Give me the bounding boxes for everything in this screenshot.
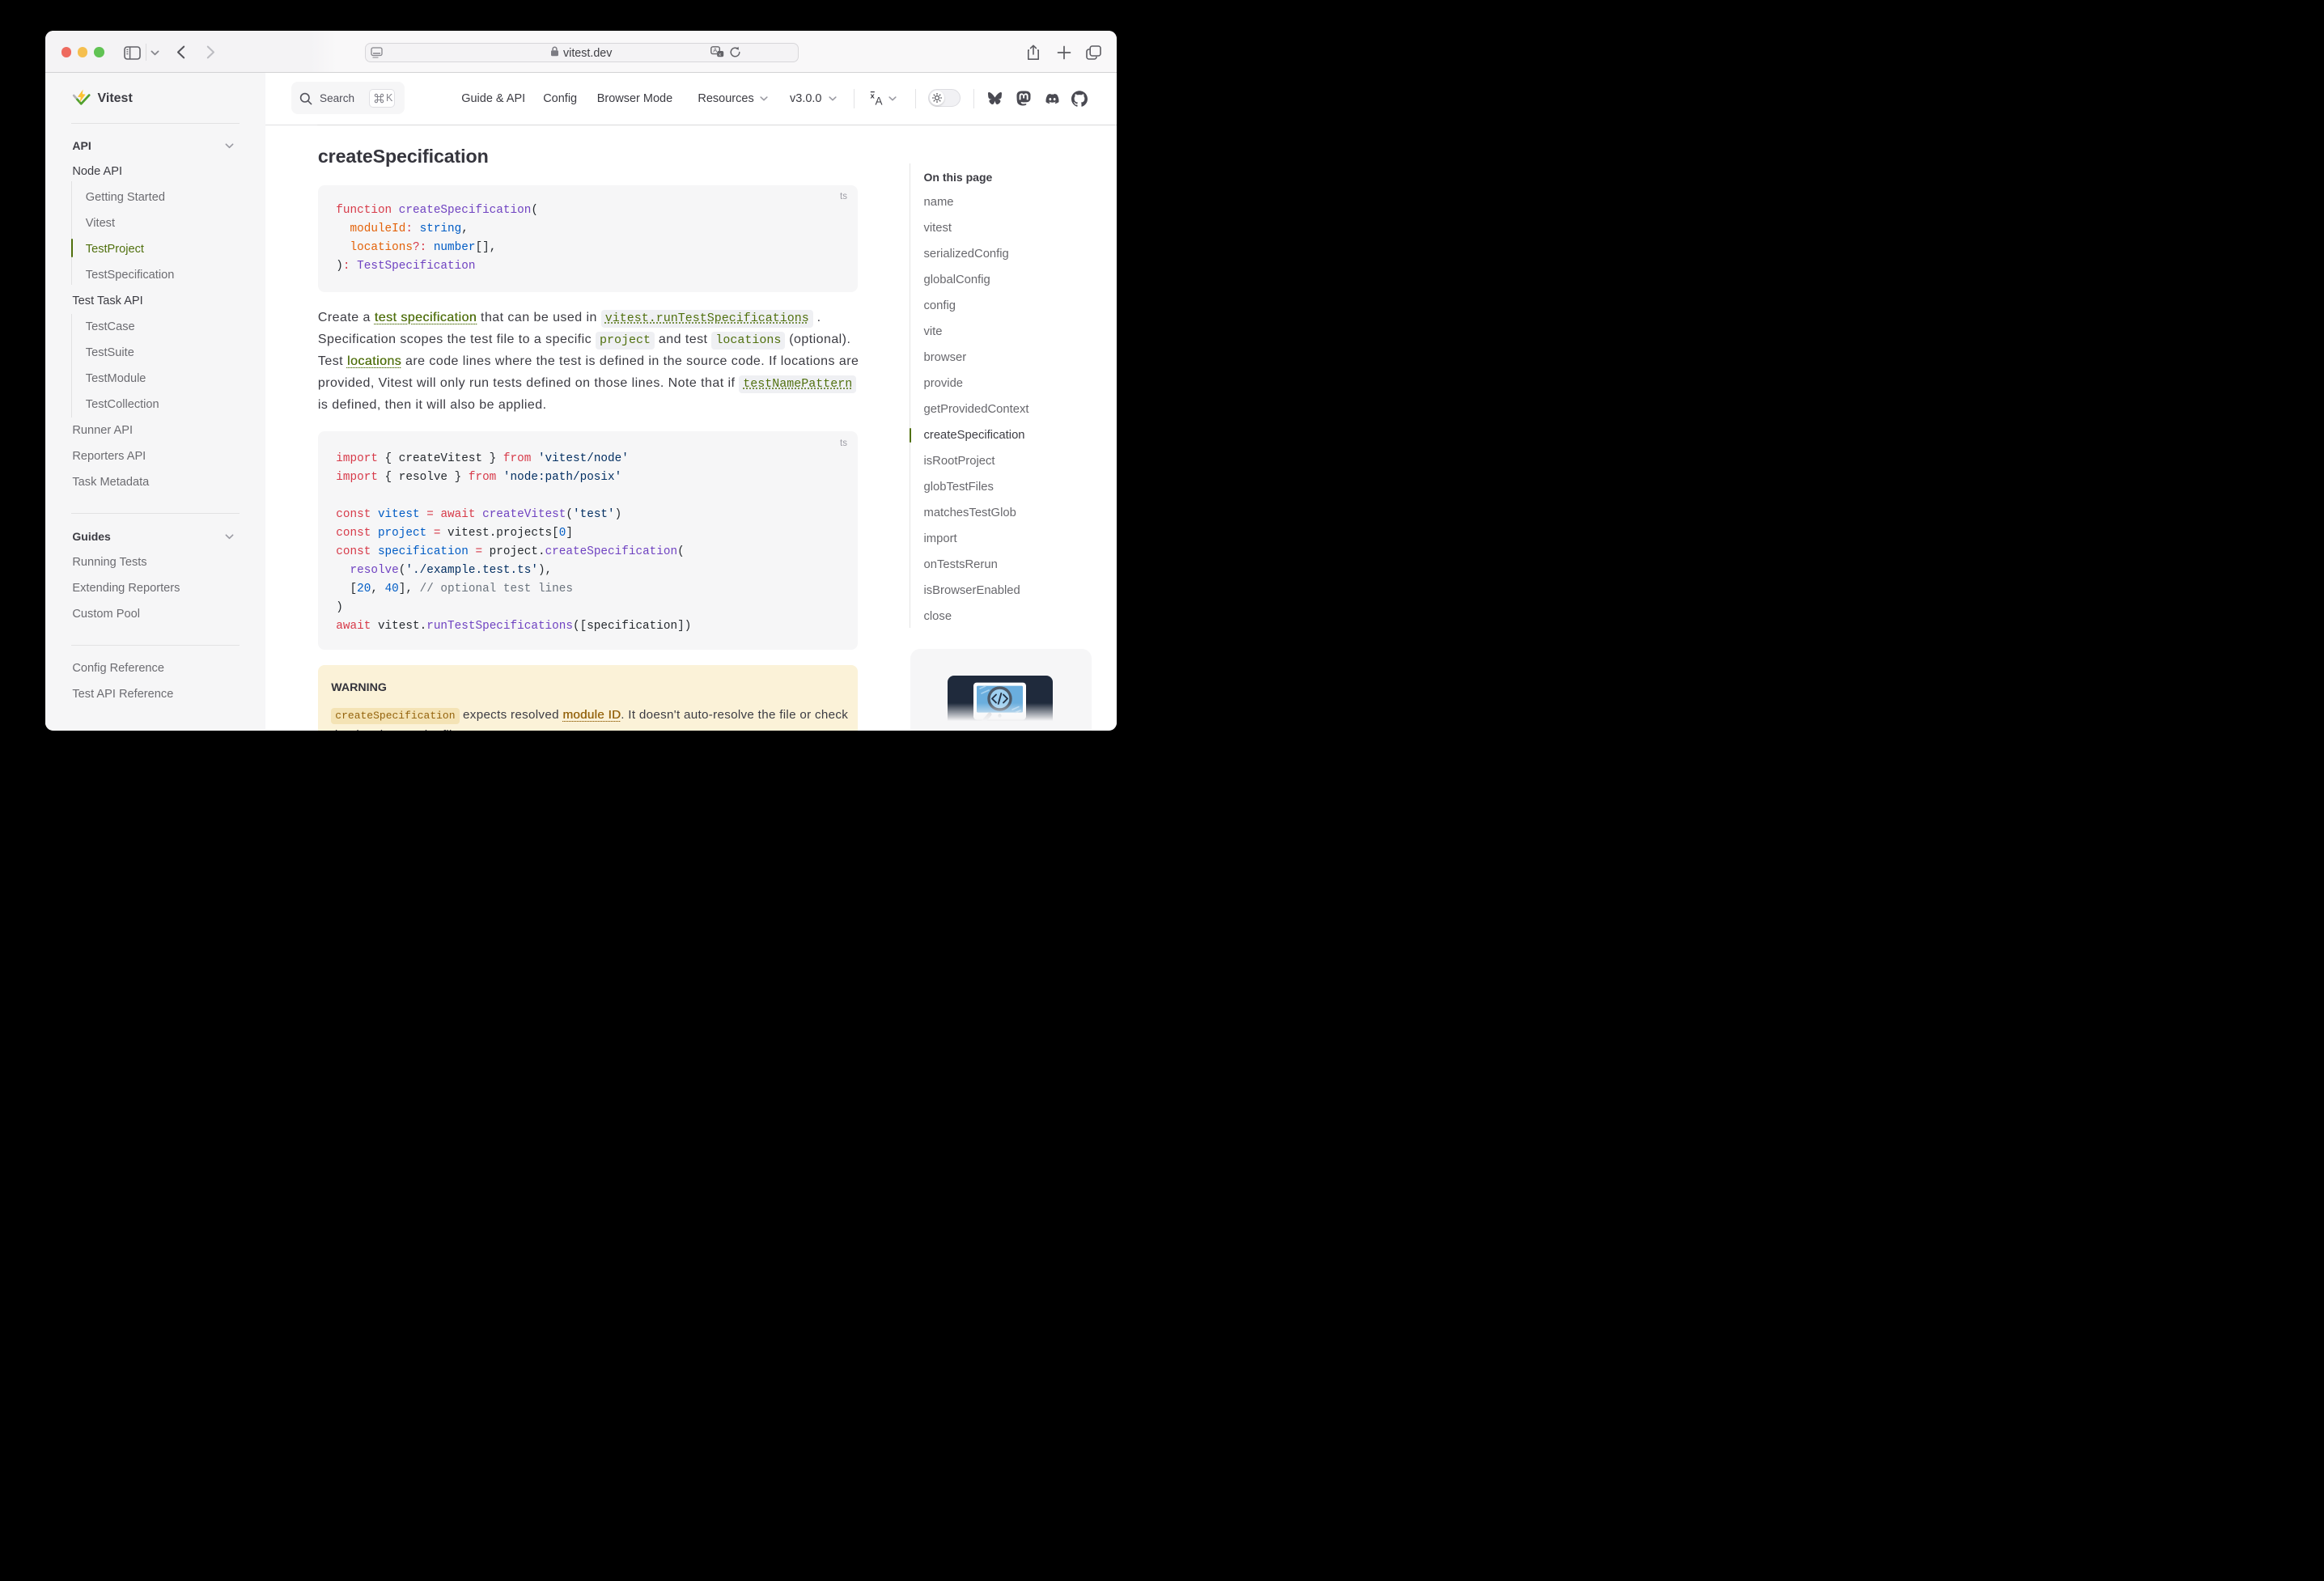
svg-text:A: A — [876, 95, 883, 107]
svg-text:x: x — [719, 53, 721, 57]
svg-text:A: A — [713, 47, 717, 54]
